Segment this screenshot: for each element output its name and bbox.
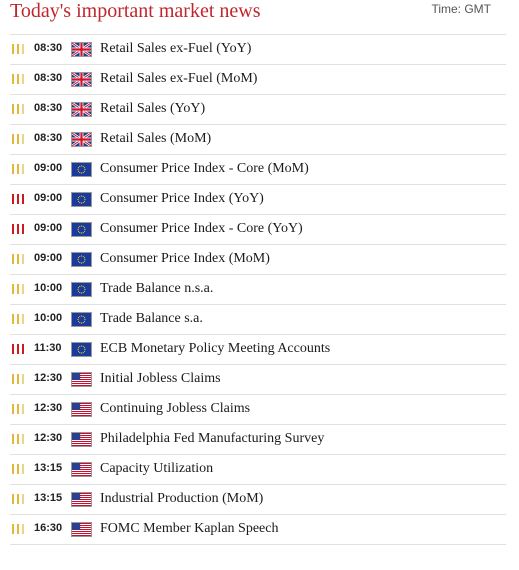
eu-flag-icon bbox=[71, 192, 92, 207]
impact-medium-icon bbox=[12, 134, 26, 144]
news-list: 08:30 Retail Sales ex-Fuel (YoY) 08:30 Reta… bbox=[10, 34, 506, 545]
impact-medium-icon bbox=[12, 404, 26, 414]
event-name-link[interactable]: Continuing Jobless Claims bbox=[100, 401, 250, 417]
event-time: 09:00 bbox=[34, 222, 63, 234]
news-row[interactable]: 08:30 Retail Sales ex-Fuel (MoM) bbox=[10, 64, 506, 94]
uk-flag-icon bbox=[71, 132, 92, 147]
impact-medium-icon bbox=[12, 524, 26, 534]
news-row[interactable]: 13:15 Capacity Utilization bbox=[10, 454, 506, 484]
event-time: 09:00 bbox=[34, 192, 63, 204]
impact-medium-icon bbox=[12, 314, 26, 324]
news-row[interactable]: 08:30 Retail Sales (YoY) bbox=[10, 94, 506, 124]
event-name-link[interactable]: Retail Sales ex-Fuel (MoM) bbox=[100, 71, 257, 87]
news-row[interactable]: 10:00 Trade Balance s.a. bbox=[10, 304, 506, 334]
impact-medium-icon bbox=[12, 374, 26, 384]
event-name-link[interactable]: Industrial Production (MoM) bbox=[100, 491, 263, 507]
event-time: 08:30 bbox=[34, 42, 63, 54]
us-flag-icon bbox=[71, 492, 92, 507]
us-flag-icon bbox=[71, 462, 92, 477]
event-time: 13:15 bbox=[34, 492, 63, 504]
event-name-link[interactable]: Initial Jobless Claims bbox=[100, 371, 221, 387]
event-time: 08:30 bbox=[34, 72, 63, 84]
impact-medium-icon bbox=[12, 464, 26, 474]
eu-flag-icon bbox=[71, 312, 92, 327]
news-row[interactable]: 08:30 Retail Sales (MoM) bbox=[10, 124, 506, 154]
event-name-link[interactable]: Retail Sales (MoM) bbox=[100, 131, 211, 147]
uk-flag-icon bbox=[71, 102, 92, 117]
event-time: 08:30 bbox=[34, 102, 63, 114]
header: Today's important market news Time: GMT bbox=[0, 0, 519, 34]
event-time: 12:30 bbox=[34, 372, 63, 384]
us-flag-icon bbox=[71, 432, 92, 447]
impact-high-icon bbox=[12, 224, 26, 234]
news-row[interactable]: 12:30 Initial Jobless Claims bbox=[10, 364, 506, 394]
event-name-link[interactable]: Retail Sales ex-Fuel (YoY) bbox=[100, 41, 251, 57]
impact-medium-icon bbox=[12, 494, 26, 504]
news-row[interactable]: 08:30 Retail Sales ex-Fuel (YoY) bbox=[10, 34, 506, 64]
news-row[interactable]: 11:30 ECB Monetary Policy Meeting Account… bbox=[10, 334, 506, 364]
impact-high-icon bbox=[12, 194, 26, 204]
impact-medium-icon bbox=[12, 254, 26, 264]
event-name-link[interactable]: Trade Balance n.s.a. bbox=[100, 281, 213, 297]
impact-medium-icon bbox=[12, 44, 26, 54]
eu-flag-icon bbox=[71, 162, 92, 177]
timezone-label: Time: GMT bbox=[431, 2, 491, 16]
page-title: Today's important market news bbox=[10, 0, 261, 22]
impact-medium-icon bbox=[12, 164, 26, 174]
eu-flag-icon bbox=[71, 282, 92, 297]
news-row[interactable]: 09:00 Consumer Price Index (YoY) bbox=[10, 184, 506, 214]
us-flag-icon bbox=[71, 522, 92, 537]
event-time: 10:00 bbox=[34, 282, 63, 294]
news-row[interactable]: 16:30 FOMC Member Kaplan Speech bbox=[10, 514, 506, 545]
event-time: 12:30 bbox=[34, 432, 63, 444]
event-time: 08:30 bbox=[34, 132, 63, 144]
event-name-link[interactable]: Retail Sales (YoY) bbox=[100, 101, 205, 117]
event-name-link[interactable]: Capacity Utilization bbox=[100, 461, 213, 477]
impact-medium-icon bbox=[12, 104, 26, 114]
impact-medium-icon bbox=[12, 434, 26, 444]
eu-flag-icon bbox=[71, 222, 92, 237]
impact-high-icon bbox=[12, 344, 26, 354]
uk-flag-icon bbox=[71, 72, 92, 87]
news-row[interactable]: 09:00 Consumer Price Index (MoM) bbox=[10, 244, 506, 274]
event-name-link[interactable]: FOMC Member Kaplan Speech bbox=[100, 521, 278, 537]
eu-flag-icon bbox=[71, 342, 92, 357]
news-row[interactable]: 12:30 Philadelphia Fed Manufacturing Surv… bbox=[10, 424, 506, 454]
news-row[interactable]: 10:00 Trade Balance n.s.a. bbox=[10, 274, 506, 304]
event-time: 11:30 bbox=[34, 342, 62, 354]
news-row[interactable]: 09:00 Consumer Price Index - Core (MoM) bbox=[10, 154, 506, 184]
event-time: 16:30 bbox=[34, 522, 63, 534]
us-flag-icon bbox=[71, 402, 92, 417]
impact-medium-icon bbox=[12, 74, 26, 84]
us-flag-icon bbox=[71, 372, 92, 387]
news-row[interactable]: 13:15 Industrial Production (MoM) bbox=[10, 484, 506, 514]
event-time: 09:00 bbox=[34, 252, 63, 264]
news-row[interactable]: 09:00 Consumer Price Index - Core (YoY) bbox=[10, 214, 506, 244]
event-time: 12:30 bbox=[34, 402, 63, 414]
event-time: 13:15 bbox=[34, 462, 63, 474]
eu-flag-icon bbox=[71, 252, 92, 267]
event-time: 09:00 bbox=[34, 162, 63, 174]
event-name-link[interactable]: Philadelphia Fed Manufacturing Survey bbox=[100, 431, 324, 447]
event-name-link[interactable]: Consumer Price Index (MoM) bbox=[100, 251, 270, 267]
event-name-link[interactable]: Trade Balance s.a. bbox=[100, 311, 203, 327]
impact-medium-icon bbox=[12, 284, 26, 294]
event-time: 10:00 bbox=[34, 312, 63, 324]
event-name-link[interactable]: Consumer Price Index - Core (MoM) bbox=[100, 161, 309, 177]
event-name-link[interactable]: Consumer Price Index - Core (YoY) bbox=[100, 221, 303, 237]
news-row[interactable]: 12:30 Continuing Jobless Claims bbox=[10, 394, 506, 424]
uk-flag-icon bbox=[71, 42, 92, 57]
event-name-link[interactable]: ECB Monetary Policy Meeting Accounts bbox=[100, 341, 330, 357]
event-name-link[interactable]: Consumer Price Index (YoY) bbox=[100, 191, 264, 207]
